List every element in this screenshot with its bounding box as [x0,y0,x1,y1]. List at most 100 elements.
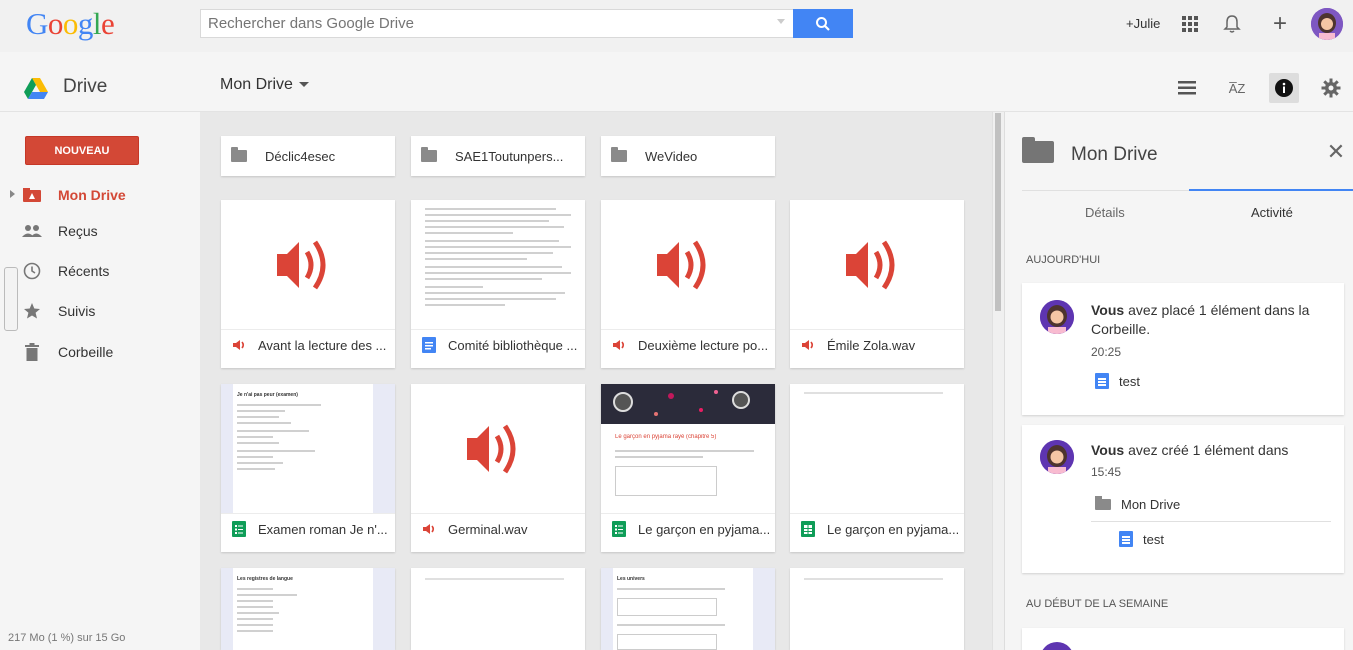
activity-text: Vous avez créé 1 élément dans [1091,442,1289,458]
search-button[interactable] [793,9,853,38]
file-card[interactable]: Deuxième lecture po... [601,200,775,368]
form-preview-title: Les univers [617,576,645,582]
file-thumbnail [221,200,395,330]
activity-file-name: test [1119,373,1140,389]
sidebar-item-trash[interactable]: Corbeille [22,340,113,364]
audio-file-icon [800,337,816,353]
scrollbar-thumb[interactable] [995,113,1001,311]
file-name-row: Avant la lecture des ... [231,337,389,353]
tab-details[interactable]: Détails [1085,205,1125,220]
form-preview: Les registres de langue [233,568,373,650]
activity-text: Vous avez placé 1 élément dans la Corbei… [1091,302,1310,337]
file-card[interactable]: Le garçon en pyjama... [790,384,964,552]
sidebar-item-my-drive[interactable]: Mon Drive [22,183,126,207]
activity-folder-name: Mon Drive [1121,497,1181,512]
form-preview-title: Les registres de langue [237,576,293,582]
storage-usage[interactable]: 217 Mo (1 %) sur 15 Go [8,632,125,644]
apps-grid-icon[interactable] [1176,10,1204,38]
activity-folder-link[interactable]: Mon Drive [1095,496,1181,512]
notifications-bell-icon[interactable] [1218,10,1246,38]
account-avatar[interactable] [1311,8,1343,40]
sidebar-item-recent[interactable]: Récents [22,259,109,283]
audio-speaker-icon [846,240,895,290]
folder-item[interactable]: SAE1Toutunpers... [411,136,585,176]
avatar [1040,440,1074,474]
settings-gear-icon[interactable] [1316,73,1346,103]
folder-icon [231,147,247,162]
file-card[interactable] [411,568,585,650]
search-input[interactable] [201,10,761,37]
file-name: Deuxième lecture po... [638,337,769,353]
location-dropdown[interactable]: Mon Drive [220,76,309,94]
drive-folder-icon [22,185,42,205]
file-thumbnail [411,384,585,514]
list-view-icon[interactable] [1172,73,1202,103]
file-card[interactable]: Comité bibliothèque ... [411,200,585,368]
drive-logo-icon[interactable] [24,78,48,102]
sort-az-icon[interactable]: A̅Z [1222,73,1252,103]
file-card[interactable]: Le garçon en pyjama rayé (chapitre 5) Le… [601,384,775,552]
folder-icon [611,147,627,162]
file-card[interactable]: Émile Zola.wav [790,200,964,368]
search-options-icon[interactable] [777,19,785,24]
file-thumbnail: Le garçon en pyjama rayé (chapitre 5) [601,384,775,514]
activity-file-link[interactable]: test [1095,373,1140,389]
activity-file-link[interactable]: test [1119,531,1164,547]
sidebar-item-starred[interactable]: Suivis [22,299,95,323]
folder-item[interactable]: WeVideo [601,136,775,176]
file-name-row: Comité bibliothèque ... [421,337,579,353]
form-header-image [601,384,775,424]
user-profile-link[interactable]: +Julie [1126,16,1160,31]
sidebar-item-label: Mon Drive [58,187,126,203]
file-name: Germinal.wav [448,521,528,537]
folder-name: WeVideo [645,148,698,164]
file-card[interactable]: Je n'ai pas peur (examen) Examen roman J… [221,384,395,552]
file-name: Émile Zola.wav [827,337,916,353]
info-details-icon[interactable] [1269,73,1299,103]
share-plus-icon[interactable]: + [1266,10,1294,38]
file-name-row: Deuxième lecture po... [611,337,769,353]
form-file-icon [231,521,247,537]
form-file-icon [611,521,627,537]
activity-file-name: test [1143,531,1164,547]
avatar [1040,642,1074,650]
activity-card: Vous avez créé 1 élément dans 15:45 Mon … [1022,425,1344,573]
document-file-icon [1119,531,1133,547]
form-preview: Je n'ai pas peur (examen) [233,384,373,513]
file-card[interactable]: Germinal.wav [411,384,585,552]
form-preview: Les univers [613,568,753,650]
new-button[interactable]: NOUVEAU [25,136,139,165]
people-icon [22,221,42,241]
expand-arrow-icon[interactable] [10,190,15,198]
chevron-down-icon [298,82,309,88]
folder-name: Déclic4esec [265,148,336,164]
file-name-row: Le garçon en pyjama... [611,521,769,537]
audio-file-icon [611,337,627,353]
sidebar-item-label: Récents [58,263,110,279]
divider [1091,521,1331,522]
activity-card [1022,628,1344,650]
google-logo[interactable]: Google [26,6,115,42]
drive-app-name[interactable]: Drive [63,76,107,98]
trash-icon [22,342,42,362]
panel-title: Mon Drive [1071,144,1158,165]
file-card[interactable]: Avant la lecture des ... [221,200,395,368]
file-thumbnail [411,200,585,330]
audio-speaker-icon [467,424,516,474]
file-card[interactable]: Les univers [601,568,775,650]
search-icon [816,16,830,31]
active-tab-indicator [1189,189,1353,191]
sidebar-item-shared[interactable]: Reçus [22,219,98,243]
file-card[interactable]: Les registres de langue [221,568,395,650]
file-thumbnail [601,200,775,330]
folder-item[interactable]: Déclic4esec [221,136,395,176]
sidebar-resize-handle[interactable] [4,267,18,331]
activity-card: Vous avez placé 1 élément dans la Corbei… [1022,283,1344,415]
location-label: Mon Drive [220,76,293,93]
close-icon[interactable]: ✕ [1326,141,1346,163]
folder-name: SAE1Toutunpers... [455,148,564,164]
file-card[interactable] [790,568,964,650]
file-name-row: Le garçon en pyjama... [800,521,958,537]
tab-activity[interactable]: Activité [1251,205,1293,220]
section-this-week: AU DÉBUT DE LA SEMAINE [1026,598,1169,610]
